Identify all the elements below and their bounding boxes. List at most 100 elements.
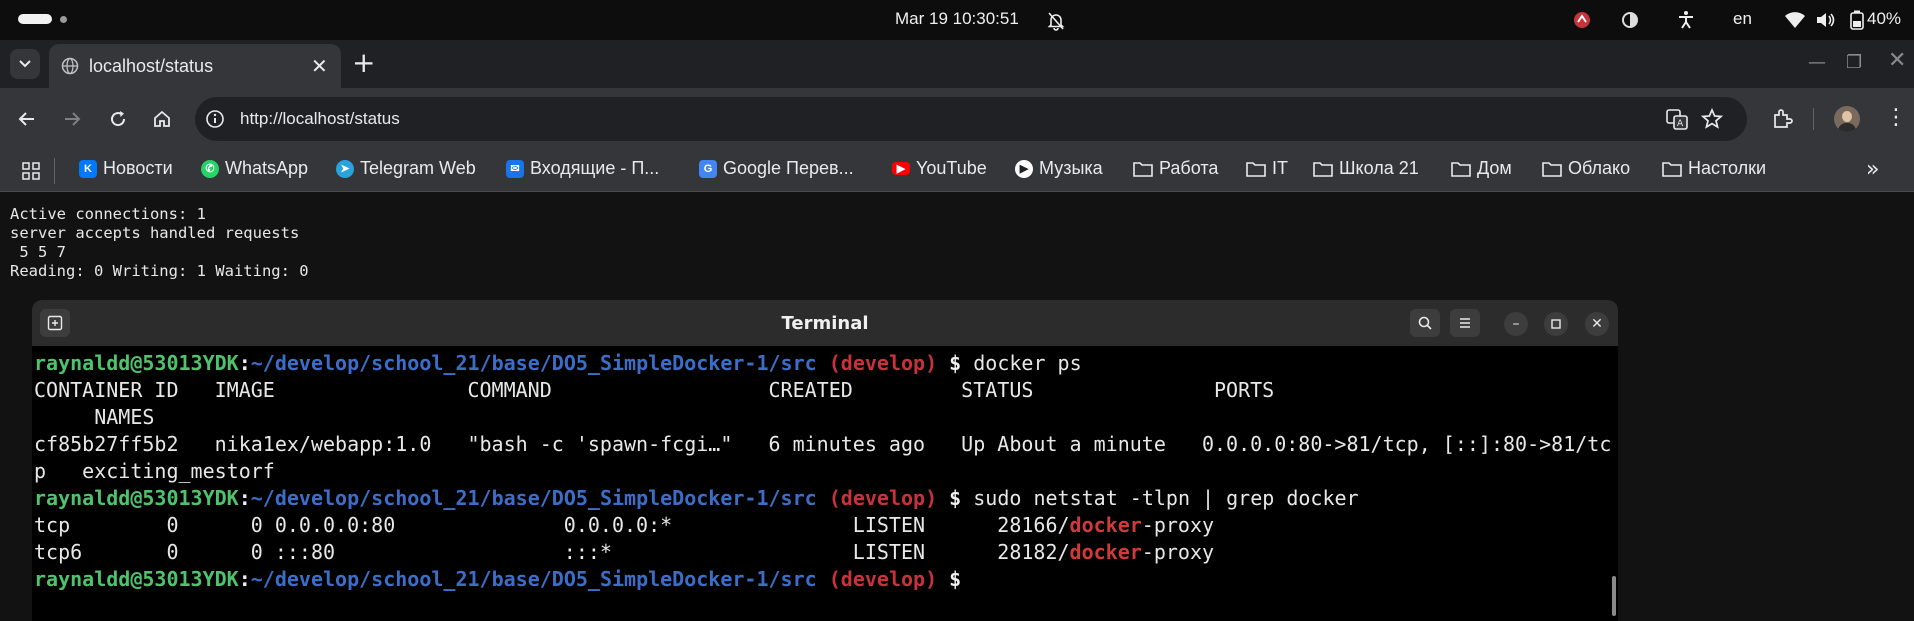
bookmark-label: Настолки xyxy=(1688,158,1767,178)
bookmark-label: Облако xyxy=(1568,158,1631,178)
terminal-close-button[interactable]: ✕ xyxy=(1585,312,1609,336)
tab-title: localhost/status xyxy=(89,56,214,76)
new-tab-button[interactable]: + xyxy=(352,46,375,79)
workspace-active[interactable] xyxy=(18,14,52,24)
accessibility-icon[interactable] xyxy=(1676,10,1696,30)
command-netstat: sudo netstat -tlpn | grep docker xyxy=(973,486,1359,510)
terminal-maximize-button[interactable] xyxy=(1544,312,1568,336)
translate-page-icon[interactable]: A xyxy=(1665,107,1689,131)
status-line-header: server accepts handled requests xyxy=(10,224,300,242)
prompt-branch: (develop) xyxy=(828,351,938,375)
bookmarks-divider xyxy=(54,158,55,184)
status-line-connections: Active connections: 1 xyxy=(10,205,206,223)
bookmark-whatsapp[interactable]: ✆ WhatsApp xyxy=(201,158,308,179)
browser-toolbar: http://localhost/status A ⋮ xyxy=(0,88,1914,150)
bookmark-label: Дом xyxy=(1477,158,1512,178)
netstat-row-text: tcp 0 0 0.0.0.0:80 0.0.0.0:* LISTEN 2816… xyxy=(34,513,1070,537)
bookmark-folder-dom[interactable]: Дом xyxy=(1451,158,1512,179)
bookmark-inbox[interactable]: ✉ Входящие - П... xyxy=(506,158,659,179)
folder-icon xyxy=(1542,161,1562,177)
reload-button[interactable] xyxy=(102,103,134,135)
bookmark-label: Новости xyxy=(103,158,173,178)
wifi-icon[interactable] xyxy=(1784,10,1806,30)
svg-text:A: A xyxy=(1677,119,1684,129)
prompt-dollar: $ xyxy=(949,486,962,510)
bookmark-telegram-web[interactable]: ➤ Telegram Web xyxy=(336,158,476,179)
prompt: raynaldd@53013YDK:~/develop/school_21/ba… xyxy=(34,486,962,510)
terminal-menu-button[interactable] xyxy=(1450,309,1480,337)
battery-icon[interactable] xyxy=(1848,10,1866,30)
url-text[interactable]: http://localhost/status xyxy=(240,109,400,129)
bookmark-label: Музыка xyxy=(1039,158,1103,178)
youtube-icon: ▶ xyxy=(892,162,910,175)
bookmark-label: Работа xyxy=(1159,158,1219,178)
avatar-body xyxy=(1838,123,1856,132)
browser-menu-icon[interactable]: ⋮ xyxy=(1885,105,1907,131)
back-button[interactable] xyxy=(11,103,43,135)
bookmark-label: IT xyxy=(1272,158,1288,178)
site-info-icon[interactable] xyxy=(205,109,225,129)
bookmark-novosti[interactable]: K Новости xyxy=(79,158,173,179)
prompt-user: raynaldd@53013YDK xyxy=(34,351,239,375)
netstat-row-suffix: -proxy xyxy=(1141,540,1215,564)
hamburger-menu-icon xyxy=(1460,318,1470,328)
terminal-scrollbar[interactable] xyxy=(1612,576,1616,616)
terminal-titlebar[interactable]: Terminal – ✕ xyxy=(32,300,1618,346)
prompt-user: raynaldd@53013YDK xyxy=(34,567,239,591)
bookmark-folder-oblako[interactable]: Облако xyxy=(1542,158,1630,179)
terminal-output[interactable]: raynaldd@53013YDK:~/develop/school_21/ba… xyxy=(34,350,1611,593)
minimize-window-button[interactable]: — xyxy=(1808,52,1826,73)
folder-icon xyxy=(1451,161,1471,177)
keyboard-layout[interactable]: en xyxy=(1733,9,1752,29)
battery-percent: 40% xyxy=(1867,9,1902,28)
bookmark-google-translate[interactable]: G Google Перев... xyxy=(699,158,854,179)
bookmark-youtube[interactable]: ▶ YouTube xyxy=(892,158,987,179)
terminal-minimize-button[interactable]: – xyxy=(1504,312,1528,336)
prompt: raynaldd@53013YDK:~/develop/school_21/ba… xyxy=(34,567,962,591)
bookmark-music[interactable]: ▶ Музыка xyxy=(1015,158,1103,179)
translate-icon: G xyxy=(699,159,717,178)
prompt-path: ~/develop/school_21/base/DO5_SimpleDocke… xyxy=(250,567,817,591)
netstat-row-suffix: -proxy xyxy=(1141,513,1215,537)
close-window-button[interactable]: ✕ xyxy=(1888,48,1906,73)
bookmark-label: WhatsApp xyxy=(225,158,309,178)
bookmark-folder-it[interactable]: IT xyxy=(1246,158,1288,179)
clock[interactable]: Mar 19 10:30:51 xyxy=(895,9,1019,29)
close-tab-icon[interactable]: ✕ xyxy=(311,54,328,78)
address-bar[interactable]: http://localhost/status A xyxy=(195,97,1747,141)
bookmark-star-icon[interactable] xyxy=(1700,107,1724,131)
bookmark-folder-school21[interactable]: Школа 21 xyxy=(1313,158,1419,179)
extensions-icon[interactable] xyxy=(1770,107,1794,131)
vk-icon: K xyxy=(79,159,97,178)
notifications-muted-icon[interactable] xyxy=(1047,11,1065,31)
prompt: raynaldd@53013YDK:~/develop/school_21/ba… xyxy=(34,351,962,375)
restore-window-button[interactable]: ❐ xyxy=(1846,52,1862,73)
netstat-row-text: tcp6 0 0 :::80 :::* LISTEN 28182/ xyxy=(34,540,1070,564)
bookmark-folder-nastolki[interactable]: Настолки xyxy=(1662,158,1766,179)
app-indicator-icon[interactable] xyxy=(1572,10,1592,30)
tab-localhost-status[interactable]: localhost/status ✕ xyxy=(49,44,341,88)
system-top-bar: Mar 19 10:30:51 en 40% xyxy=(0,0,1914,40)
terminal-search-button[interactable] xyxy=(1410,309,1440,337)
prompt-branch: (develop) xyxy=(828,486,938,510)
apps-grid-icon[interactable] xyxy=(22,162,40,180)
tab-search-button[interactable] xyxy=(10,49,40,79)
bookmark-folder-rabota[interactable]: Работа xyxy=(1133,158,1218,179)
bookmark-label: Telegram Web xyxy=(360,158,476,178)
workspace-dot[interactable] xyxy=(60,15,67,23)
folder-icon xyxy=(1133,161,1153,177)
workspace-indicator[interactable] xyxy=(18,14,67,24)
terminal-window[interactable]: Terminal – ✕ raynaldd@53013YDK:~/develop… xyxy=(32,300,1618,621)
volume-icon[interactable] xyxy=(1815,10,1837,30)
profile-avatar[interactable] xyxy=(1834,106,1860,132)
home-button[interactable] xyxy=(146,103,178,135)
night-light-icon[interactable] xyxy=(1620,10,1640,30)
ps-header: CONTAINER ID IMAGE COMMAND CREATED STATU… xyxy=(34,378,1275,402)
more-bookmarks-icon[interactable]: » xyxy=(1866,157,1879,182)
arrow-right-icon xyxy=(65,112,81,126)
browser-tab-strip: localhost/status ✕ + — ❐ ✕ xyxy=(0,40,1914,88)
netstat-row: tcp 0 0 0.0.0.0:80 0.0.0.0:* LISTEN 2816… xyxy=(34,513,1214,537)
folder-icon xyxy=(1313,161,1333,177)
folder-icon xyxy=(1662,161,1682,177)
forward-button[interactable] xyxy=(56,103,88,135)
